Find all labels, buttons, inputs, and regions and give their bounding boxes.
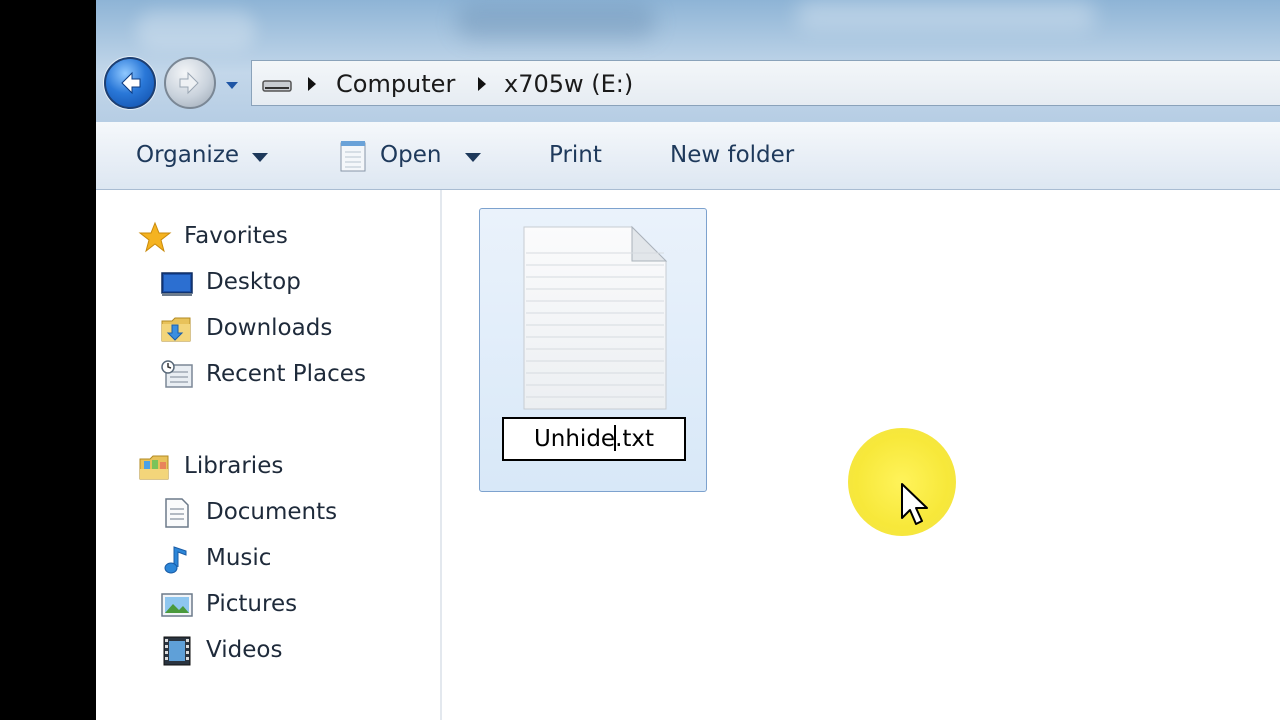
new-folder-button[interactable]: New folder	[670, 140, 794, 170]
breadcrumb-computer[interactable]: Computer	[336, 69, 455, 99]
organize-dropdown-icon[interactable]	[252, 153, 268, 162]
drive-icon	[262, 80, 292, 92]
title-bar: Computer x705w (E:)	[96, 0, 1280, 122]
recent-pages-dropdown-icon[interactable]	[224, 78, 240, 92]
file-item[interactable]: Unhide.txt	[479, 208, 707, 492]
rename-text-after-caret: .txt	[615, 426, 655, 452]
sidebar-item-label: Downloads	[206, 315, 333, 341]
notepad-icon[interactable]	[338, 139, 368, 173]
text-document-icon	[523, 225, 668, 410]
forward-button[interactable]	[164, 57, 216, 109]
sidebar-item-label: Videos	[206, 637, 283, 663]
sidebar-item-label: Libraries	[184, 453, 284, 479]
breadcrumb-drive[interactable]: x705w (E:)	[504, 69, 633, 99]
sidebar-item-label: Desktop	[206, 269, 301, 295]
recent-places-icon	[161, 360, 193, 388]
command-bar: Organize Open Print New folder	[96, 122, 1280, 190]
back-arrow-icon	[121, 71, 141, 95]
star-icon	[138, 221, 172, 253]
documents-icon	[165, 498, 189, 528]
navigation-pane: Favorites Desktop Downloads Recent Place…	[96, 190, 442, 720]
organize-button[interactable]: Organize	[136, 140, 239, 170]
sidebar-item-label: Pictures	[206, 591, 298, 617]
print-button[interactable]: Print	[549, 140, 602, 170]
sidebar-item-label: Favorites	[184, 223, 288, 249]
mouse-pointer-icon	[901, 483, 928, 525]
rename-text-before-caret: Unhide	[533, 426, 616, 452]
pictures-icon	[161, 593, 193, 617]
sidebar-item-label: Recent Places	[206, 361, 366, 387]
open-button[interactable]: Open	[380, 140, 441, 170]
videos-icon	[163, 636, 191, 666]
downloads-folder-icon	[161, 317, 191, 342]
forward-arrow-icon	[179, 71, 199, 95]
sidebar-item-label: Music	[206, 545, 272, 571]
explorer-window: Computer x705w (E:) Organize Open Print …	[96, 0, 1280, 720]
breadcrumb-separator-icon[interactable]	[478, 77, 486, 91]
music-icon	[164, 546, 187, 574]
rename-input[interactable]: Unhide.txt	[502, 417, 686, 461]
open-dropdown-icon[interactable]	[465, 153, 481, 162]
sidebar-item-label: Documents	[206, 499, 338, 525]
back-button[interactable]	[104, 57, 156, 109]
breadcrumb-separator-icon[interactable]	[308, 77, 316, 91]
desktop-icon	[161, 272, 193, 296]
address-bar[interactable]: Computer x705w (E:)	[251, 60, 1280, 106]
libraries-icon	[139, 455, 169, 480]
